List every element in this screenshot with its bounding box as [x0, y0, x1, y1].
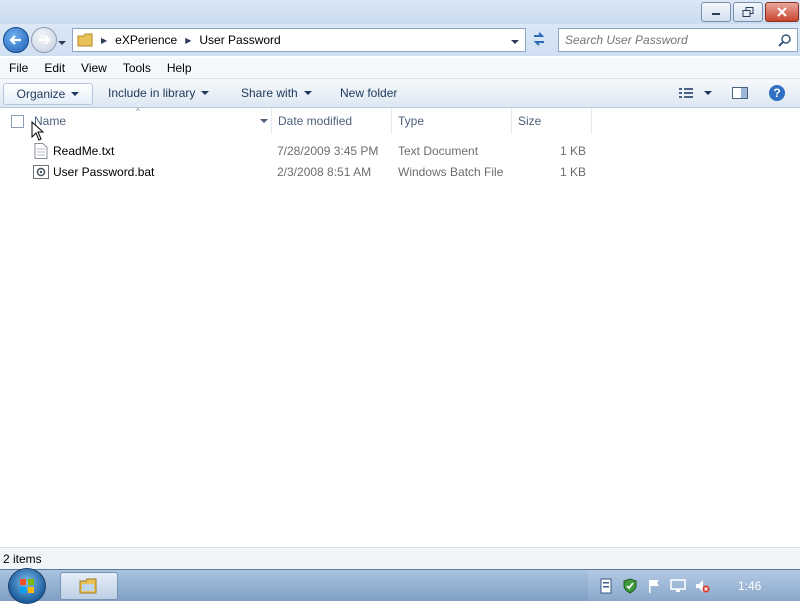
new-folder-button[interactable]: New folder — [340, 83, 397, 103]
breadcrumb-user-password[interactable]: User Password — [199, 33, 280, 47]
address-bar[interactable]: ▶ eXPerience ▶ User Password — [72, 28, 526, 52]
organize-label: Organize — [16, 87, 66, 101]
address-dropdown-button[interactable] — [511, 33, 519, 47]
mouse-cursor-icon — [31, 121, 45, 141]
volume-muted-icon[interactable] — [694, 578, 710, 594]
file-name[interactable]: ReadMe.txt — [53, 141, 114, 161]
system-tray: 1:46 — [588, 570, 800, 601]
folder-icon — [77, 33, 93, 47]
minimize-icon — [712, 13, 720, 15]
taskbar: 1:46 — [0, 568, 800, 604]
file-row[interactable]: User Password.bat 2/3/2008 8:51 AM Windo… — [30, 162, 590, 182]
sort-ascending-icon: ^ — [136, 107, 140, 116]
search-box[interactable] — [558, 28, 798, 52]
arrow-left-icon — [9, 35, 21, 45]
folder-icon — [79, 578, 97, 594]
column-date-label: Date modified — [278, 114, 353, 128]
forward-button[interactable] — [31, 27, 57, 53]
preview-pane-icon — [732, 87, 748, 99]
file-name[interactable]: User Password.bat — [53, 162, 154, 182]
action-center-flag-icon[interactable] — [646, 578, 662, 594]
batch-file-icon — [33, 165, 49, 179]
file-date: 7/28/2009 3:45 PM — [277, 144, 379, 158]
chevron-down-icon — [71, 92, 80, 96]
address-row: ▶ eXPerience ▶ User Password — [0, 24, 800, 56]
back-button[interactable] — [3, 27, 29, 53]
status-bar: 2 items — [0, 547, 800, 570]
change-view-button[interactable] — [678, 83, 712, 103]
column-size-label: Size — [518, 114, 542, 128]
clock[interactable]: 1:46 — [738, 579, 761, 593]
new-folder-label: New folder — [340, 86, 398, 100]
breadcrumb-experience[interactable]: eXPerience — [115, 33, 177, 47]
close-button[interactable] — [765, 2, 799, 22]
taskbar-explorer-button[interactable] — [60, 572, 118, 600]
command-bar: Organize Include in library Share with N… — [0, 79, 800, 108]
chevron-down-icon — [201, 91, 210, 95]
refresh-icon — [533, 32, 545, 46]
include-in-library-button[interactable]: Include in library — [108, 83, 210, 103]
column-size[interactable]: Size — [512, 108, 592, 134]
menu-tools[interactable]: Tools — [114, 61, 158, 75]
chevron-down-icon — [511, 40, 519, 44]
title-bar — [0, 0, 800, 24]
close-icon — [777, 7, 787, 17]
column-name[interactable]: Name ^ — [28, 107, 272, 134]
column-header: Name ^ Date modified Type Size — [0, 107, 800, 141]
menu-edit[interactable]: Edit — [35, 61, 72, 75]
minimize-button[interactable] — [701, 2, 731, 22]
menu-view[interactable]: View — [72, 61, 114, 75]
search-icon[interactable] — [778, 33, 792, 47]
recent-pages-button[interactable] — [58, 34, 66, 48]
security-shield-icon[interactable] — [622, 578, 638, 594]
svg-text:?: ? — [773, 86, 780, 100]
menu-bar: File Edit View Tools Help — [0, 58, 800, 79]
arrow-right-icon — [39, 35, 51, 45]
breadcrumb-separator-icon: ▶ — [185, 35, 192, 45]
chevron-down-icon — [303, 91, 312, 95]
help-button[interactable]: ? — [768, 83, 786, 103]
chevron-down-icon — [58, 41, 66, 45]
file-row[interactable]: ReadMe.txt 7/28/2009 3:45 PM Text Docume… — [30, 141, 590, 161]
restore-icon — [742, 7, 754, 17]
start-button[interactable] — [8, 568, 46, 604]
include-in-library-label: Include in library — [108, 86, 196, 100]
file-type: Text Document — [398, 144, 479, 158]
menu-help[interactable]: Help — [158, 61, 199, 75]
document-icon[interactable] — [598, 578, 614, 594]
column-type[interactable]: Type — [392, 108, 512, 134]
file-date: 2/3/2008 8:51 AM — [277, 165, 372, 179]
column-date-modified[interactable]: Date modified — [272, 108, 392, 134]
restore-button[interactable] — [733, 2, 763, 22]
help-icon: ? — [769, 85, 785, 101]
file-size: 1 KB — [560, 165, 587, 179]
network-icon[interactable] — [670, 578, 686, 594]
share-with-button[interactable]: Share with — [241, 83, 312, 103]
file-type: Windows Batch File — [398, 165, 504, 179]
file-size: 1 KB — [560, 144, 587, 158]
search-input[interactable] — [559, 32, 777, 48]
preview-pane-button[interactable] — [732, 83, 748, 103]
menu-file[interactable]: File — [0, 61, 35, 75]
item-count: 2 items — [3, 552, 42, 566]
windows-logo-icon — [20, 579, 34, 593]
text-file-icon — [34, 143, 48, 159]
breadcrumb-separator-icon: ▶ — [101, 35, 108, 45]
details-view-icon — [679, 88, 693, 98]
share-with-label: Share with — [241, 86, 298, 100]
column-type-label: Type — [398, 114, 425, 128]
chevron-down-icon — [704, 91, 712, 95]
refresh-button[interactable] — [528, 28, 550, 50]
select-all-checkbox[interactable] — [11, 115, 24, 128]
chevron-down-icon[interactable] — [260, 119, 268, 123]
organize-button[interactable]: Organize — [3, 83, 93, 105]
